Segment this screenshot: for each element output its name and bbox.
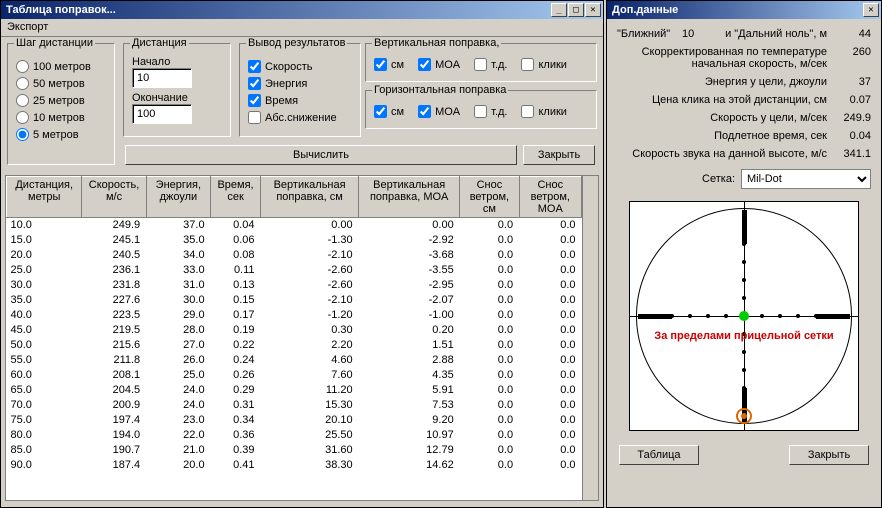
- info-row: Подлетное время, сек0.04: [607, 127, 881, 145]
- main-window: Таблица поправок... _ □ ✕ Экспорт Шаг ди…: [0, 0, 604, 508]
- hcorr-td[interactable]: т.д.: [474, 105, 507, 118]
- col-header[interactable]: Снос ветром, см: [460, 177, 519, 218]
- start-label: Начало: [132, 56, 222, 68]
- end-input[interactable]: [132, 104, 192, 124]
- chk-speed[interactable]: Скорость: [248, 60, 352, 73]
- impact-icon: [736, 408, 752, 424]
- info-row: Скорость у цели, м/сек249.9: [607, 109, 881, 127]
- step-radio-3[interactable]: 10 метров: [16, 111, 106, 124]
- side-close-btn[interactable]: Закрыть: [789, 445, 869, 465]
- table-row[interactable]: 40.0223.529.00.17-1.20-1.000.00.0: [7, 308, 582, 323]
- hcorr-clk[interactable]: клики: [521, 105, 566, 118]
- reticle-label: Сетка:: [617, 173, 735, 185]
- results-table-wrap: Дистанция, метрыСкорость, м/сЭнергия, дж…: [5, 175, 599, 501]
- vcorr-clk[interactable]: клики: [521, 58, 566, 71]
- step-radio-1[interactable]: 50 метров: [16, 77, 106, 90]
- dist-legend: Дистанция: [130, 37, 189, 49]
- chk-time[interactable]: Время: [248, 94, 352, 107]
- info-row: Цена клика на этой дистанции, см0.07: [607, 91, 881, 109]
- table-row[interactable]: 25.0236.133.00.11-2.60-3.550.00.0: [7, 263, 582, 278]
- close-button[interactable]: ✕: [585, 3, 601, 17]
- reticle-warning: За пределами прицельной сетки: [630, 330, 858, 342]
- menu-bar: Экспорт: [1, 19, 603, 37]
- calc-button[interactable]: Вычислить: [125, 145, 517, 165]
- zero-row: "Ближний" 10 и "Дальний ноль", м 44: [607, 25, 881, 43]
- table-row[interactable]: 30.0231.831.00.13-2.60-2.950.00.0: [7, 278, 582, 293]
- hcorr-cm[interactable]: см: [374, 105, 404, 118]
- start-input[interactable]: [132, 68, 192, 88]
- main-title: Таблица поправок...: [3, 4, 551, 16]
- vertical-scrollbar[interactable]: [582, 176, 598, 500]
- chk-drop[interactable]: Абс.снижение: [248, 111, 352, 124]
- table-row[interactable]: 65.0204.524.00.2911.205.910.00.0: [7, 383, 582, 398]
- info-row: Скорректированная по температуре начальн…: [607, 43, 881, 73]
- col-header[interactable]: Вертикальная поправка, MOA: [359, 177, 460, 218]
- step-legend: Шаг дистанции: [14, 37, 95, 49]
- end-label: Окончание: [132, 92, 222, 104]
- table-row[interactable]: 15.0245.135.00.06-1.30-2.920.00.0: [7, 233, 582, 248]
- chk-energy[interactable]: Энергия: [248, 77, 352, 90]
- main-titlebar: Таблица поправок... _ □ ✕: [1, 1, 603, 19]
- vcorr-moa[interactable]: MOA: [418, 58, 460, 71]
- table-row[interactable]: 85.0190.721.00.3931.6012.790.00.0: [7, 443, 582, 458]
- side-window: Доп.данные ✕ "Ближний" 10 и "Дальний нол…: [606, 0, 882, 508]
- col-header[interactable]: Дистанция, метры: [7, 177, 82, 218]
- close-table-button[interactable]: Закрыть: [523, 145, 595, 165]
- side-title: Доп.данные: [609, 4, 863, 16]
- vcorr-cm[interactable]: см: [374, 58, 404, 71]
- step-radio-2[interactable]: 25 метров: [16, 94, 106, 107]
- vcorr-legend: Вертикальная поправка,: [372, 37, 501, 49]
- side-titlebar: Доп.данные ✕: [607, 1, 881, 19]
- table-row[interactable]: 90.0187.420.00.4138.3014.620.00.0: [7, 458, 582, 473]
- table-row[interactable]: 60.0208.125.00.267.604.350.00.0: [7, 368, 582, 383]
- dist-group: Дистанция Начало Окончание: [123, 43, 231, 137]
- col-header[interactable]: Энергия, джоули: [146, 177, 210, 218]
- menu-export[interactable]: Экспорт: [7, 21, 48, 33]
- step-radio-4[interactable]: 5 метров: [16, 128, 106, 141]
- table-row[interactable]: 70.0200.924.00.3115.307.530.00.0: [7, 398, 582, 413]
- hcorr-legend: Горизонтальная поправка: [372, 84, 508, 96]
- table-row[interactable]: 75.0197.423.00.3420.109.200.00.0: [7, 413, 582, 428]
- step-group: Шаг дистанции 100 метров50 метров25 метр…: [7, 43, 115, 165]
- reticle-select[interactable]: Mil-Dot: [741, 169, 871, 189]
- minimize-button[interactable]: _: [551, 3, 567, 17]
- reticle-display: За пределами прицельной сетки: [629, 201, 859, 431]
- info-row: Скорость звука на данной высоте, м/с341.…: [607, 145, 881, 163]
- vcorr-group: Вертикальная поправка, см MOA т.д. клики: [365, 43, 597, 82]
- side-close-button[interactable]: ✕: [863, 3, 879, 17]
- col-header[interactable]: Скорость, м/с: [82, 177, 146, 218]
- results-table: Дистанция, метрыСкорость, м/сЭнергия, дж…: [6, 176, 582, 473]
- maximize-button[interactable]: □: [568, 3, 584, 17]
- hcorr-group: Горизонтальная поправка см MOA т.д. клик…: [365, 90, 597, 129]
- output-legend: Вывод результатов: [246, 37, 347, 49]
- col-header[interactable]: Время, сек: [211, 177, 261, 218]
- table-button[interactable]: Таблица: [619, 445, 699, 465]
- table-row[interactable]: 10.0249.937.00.040.000.000.00.0: [7, 218, 582, 233]
- center-dot-icon: [739, 311, 749, 321]
- table-row[interactable]: 55.0211.826.00.244.602.880.00.0: [7, 353, 582, 368]
- vcorr-td[interactable]: т.д.: [474, 58, 507, 71]
- info-row: Энергия у цели, джоули37: [607, 73, 881, 91]
- hcorr-moa[interactable]: MOA: [418, 105, 460, 118]
- table-row[interactable]: 35.0227.630.00.15-2.10-2.070.00.0: [7, 293, 582, 308]
- table-row[interactable]: 20.0240.534.00.08-2.10-3.680.00.0: [7, 248, 582, 263]
- col-header[interactable]: Вертикальная поправка, см: [261, 177, 359, 218]
- step-radio-0[interactable]: 100 метров: [16, 60, 106, 73]
- table-row[interactable]: 50.0215.627.00.222.201.510.00.0: [7, 338, 582, 353]
- table-row[interactable]: 45.0219.528.00.190.300.200.00.0: [7, 323, 582, 338]
- col-header[interactable]: Снос ветром, MOA: [519, 177, 581, 218]
- output-group: Вывод результатов Скорость Энергия Время…: [239, 43, 361, 137]
- table-row[interactable]: 80.0194.022.00.3625.5010.970.00.0: [7, 428, 582, 443]
